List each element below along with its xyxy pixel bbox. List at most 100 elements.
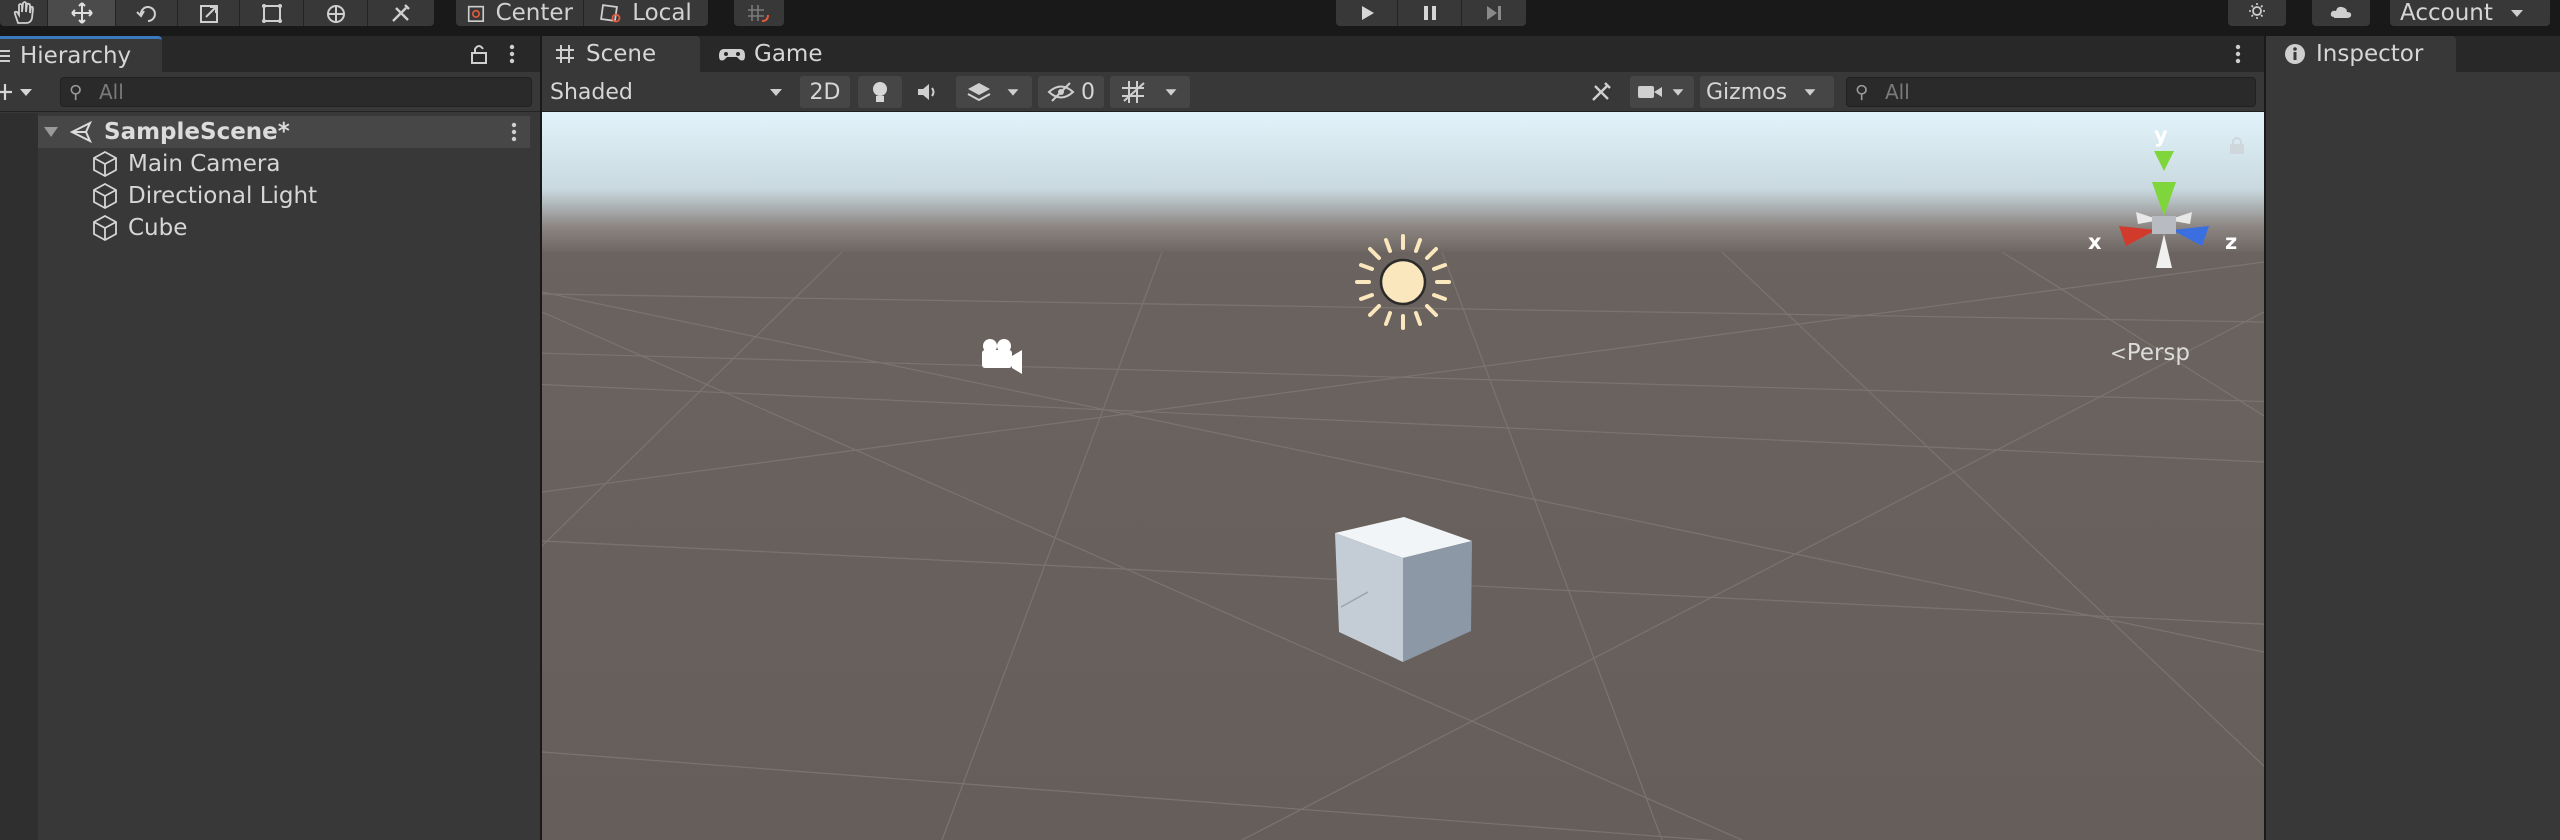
draw-mode-label: Shaded [550, 79, 633, 105]
lighting-settings-button[interactable] [2228, 0, 2286, 26]
dropdown-arrow-icon [1007, 89, 1019, 96]
tab-inspector[interactable]: Inspector [2266, 36, 2456, 72]
inspector-tabbar: Inspector [2266, 36, 2560, 72]
hierarchy-item-directional-light[interactable]: Directional Light [90, 180, 317, 212]
tab-game[interactable]: Game [706, 36, 836, 72]
tab-scene[interactable]: Scene [542, 36, 700, 72]
gizmo-z-label: z [2225, 230, 2237, 254]
wrench-tools-icon [1592, 82, 1611, 101]
scene-tabbar: Scene Game [542, 36, 2264, 72]
cloud-group [2312, 0, 2370, 26]
projection-label: Persp [2126, 340, 2191, 366]
pivot-center-button[interactable]: Center [456, 0, 584, 26]
dropdown-arrow-icon [1165, 89, 1177, 96]
step-icon [1487, 6, 1501, 20]
scene-effects-dropdown[interactable] [956, 76, 1032, 108]
pivot-center-label: Center [495, 0, 573, 26]
hierarchy-search-placeholder: All [99, 80, 124, 104]
toggle-2d-label: 2D [809, 79, 841, 105]
dropdown-arrow-icon [1672, 89, 1684, 96]
speaker-icon [918, 84, 935, 100]
hierarchy-item-label: Cube [128, 215, 188, 241]
move-arrows-icon [70, 2, 93, 24]
cloud-button[interactable] [2312, 0, 2370, 26]
toggle-2d-button[interactable]: 2D [800, 76, 850, 108]
gameobject-cube-icon [93, 150, 117, 178]
grid-toggle-icon [1122, 81, 1145, 103]
transform-tools [0, 0, 434, 26]
dropdown-arrow-icon [770, 89, 782, 96]
pause-button[interactable] [1398, 0, 1462, 26]
lighting-settings-group [2228, 0, 2286, 26]
gizmo-x-label: x [2088, 230, 2102, 254]
hand-icon [13, 1, 34, 24]
grid-icon [556, 45, 574, 63]
grid-snap-icon [748, 5, 769, 22]
grid-visibility-dropdown[interactable] [1110, 76, 1190, 108]
scene-audio-toggle[interactable] [906, 76, 950, 108]
account-label: Account [2400, 0, 2493, 26]
hierarchy-search-input[interactable]: ⚲ All [60, 77, 532, 107]
draw-mode-dropdown[interactable]: Shaded [550, 76, 786, 108]
pause-icon [1423, 6, 1436, 20]
camera-settings-dropdown[interactable] [1630, 76, 1694, 108]
move-tool-button[interactable] [48, 0, 116, 26]
eye-hidden-icon [1047, 82, 1075, 102]
scene-visibility-toggle[interactable]: 0 [1038, 76, 1104, 108]
step-button[interactable] [1462, 0, 1526, 26]
projection-toggle[interactable]: <Persp [2110, 340, 2190, 366]
rotate-icon [135, 6, 156, 22]
hierarchy-item-main-camera[interactable]: Main Camera [90, 148, 280, 180]
cloud-icon [2330, 6, 2352, 18]
hand-tool-button[interactable] [0, 0, 48, 26]
scale-icon [199, 5, 218, 23]
scale-tool-button[interactable] [178, 0, 240, 26]
scene-name: SampleScene* [104, 119, 290, 145]
editor-tools-toggle[interactable] [1578, 76, 1624, 108]
hierarchy-item-cube[interactable]: Cube [90, 212, 187, 244]
directional-light-gizmo [1355, 234, 1451, 330]
pivot-local-button[interactable]: Local [584, 0, 708, 26]
custom-tool-button[interactable] [368, 0, 434, 26]
playmode-controls [1336, 0, 1526, 26]
snap-group [734, 0, 784, 26]
scene-viewport[interactable]: y x z <Persp [542, 112, 2264, 840]
hierarchy-search-row: ⚲ All [0, 72, 540, 112]
hierarchy-tab-label: Hierarchy [20, 42, 132, 69]
scene-search-placeholder: All [1885, 80, 1910, 104]
gizmo-y-label: y [2154, 123, 2168, 147]
scene-kebab-menu-icon[interactable] [2232, 42, 2244, 66]
gamepad-icon [719, 49, 745, 61]
lock-icon[interactable] [468, 42, 490, 66]
scene-search-input[interactable]: ⚲ All [1846, 77, 2256, 107]
create-menu-button[interactable] [0, 80, 38, 104]
dropdown-arrow-icon [2510, 10, 2523, 17]
gizmos-label: Gizmos [1706, 79, 1788, 105]
scene-lighting-toggle[interactable] [858, 76, 902, 108]
pivot-toggles: Center Local [456, 0, 708, 26]
play-button[interactable] [1336, 0, 1398, 26]
rect-tool-button[interactable] [240, 0, 304, 26]
gizmos-dropdown[interactable]: Gizmos [1700, 76, 1834, 108]
scene-toolbar: Shaded 2D 0 Gizmos ⚲ All [542, 72, 2264, 112]
transform-tool-button[interactable] [304, 0, 368, 26]
play-icon [1361, 6, 1374, 20]
kebab-menu-icon[interactable] [506, 42, 518, 66]
pivot-local-icon [600, 4, 621, 23]
hidden-count: 0 [1081, 79, 1095, 105]
pivot-center-icon [467, 5, 485, 22]
rotate-tool-button[interactable] [116, 0, 178, 26]
scene-panel: Scene Game Shaded 2D 0 Gizmos ⚲ All y x … [542, 36, 2264, 840]
hierarchy-gutter [0, 113, 38, 840]
tools-icon [392, 4, 410, 22]
info-icon [2285, 44, 2305, 64]
tab-hierarchy[interactable]: Hierarchy [0, 36, 162, 72]
grid-snap-button[interactable] [734, 0, 784, 26]
hierarchy-item-label: Directional Light [128, 183, 318, 209]
dropdown-arrow-icon [1804, 89, 1816, 96]
expand-arrow-icon[interactable] [40, 122, 62, 142]
scene-root-row[interactable]: SampleScene* [38, 116, 530, 148]
lightbulb-icon [873, 82, 887, 102]
account-dropdown[interactable]: Account [2390, 0, 2550, 26]
scene-kebab-icon[interactable] [508, 120, 520, 144]
